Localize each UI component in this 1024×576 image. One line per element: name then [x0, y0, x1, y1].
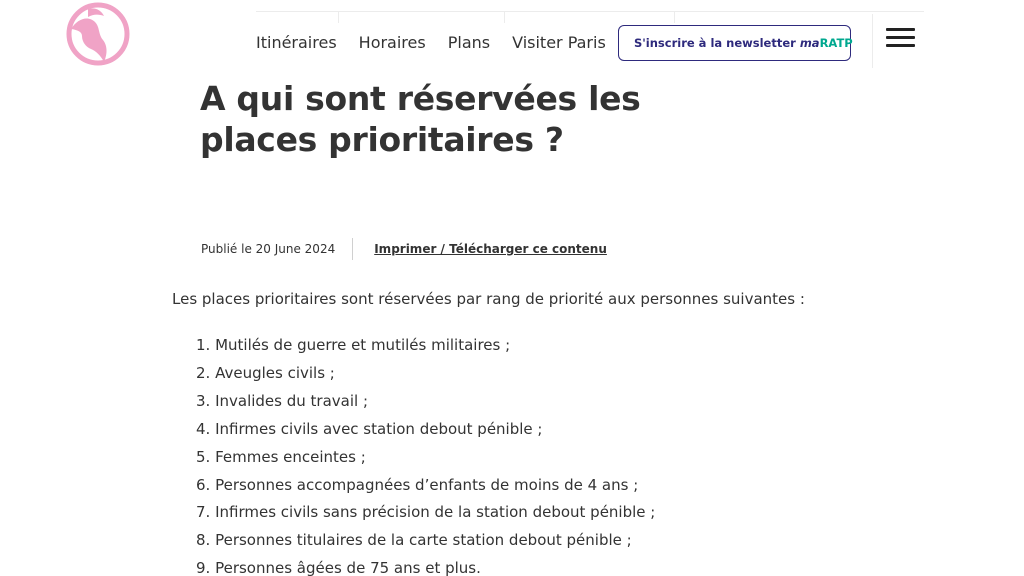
list-item: 1. Mutilés de guerre et mutilés militair…	[196, 336, 511, 354]
ratp-logo-icon[interactable]	[64, 2, 132, 66]
print-download-link[interactable]: Imprimer / Télécharger ce contenu	[374, 242, 607, 256]
divider-tick	[674, 11, 675, 23]
header-top-divider	[256, 11, 924, 23]
list-item: 4. Infirmes civils avec station debout p…	[196, 419, 543, 438]
list-item: 6. Personnes accompagnées d’enfants de m…	[196, 475, 639, 494]
newsletter-button[interactable]: S'inscrire à la newsletter ma RATP	[618, 25, 853, 61]
nav-visiter-paris[interactable]: Visiter Paris	[512, 33, 606, 52]
header-separator	[872, 14, 873, 68]
nav-horaires[interactable]: Horaires	[359, 33, 426, 52]
divider-tick	[338, 11, 339, 23]
brand-ma: ma	[799, 36, 820, 50]
priority-list: 1. Mutilés de guerre et mutilés militair…	[196, 332, 655, 576]
brand-ratp: RATP	[819, 36, 853, 50]
nav-itineraires[interactable]: Itinéraires	[256, 33, 337, 52]
list-item: 5. Femmes enceintes ;	[196, 447, 366, 466]
newsletter-label: S'inscrire à la newsletter	[634, 36, 796, 50]
page-title: A qui sont réservées les places priorita…	[200, 79, 641, 159]
nav-plans[interactable]: Plans	[448, 33, 490, 52]
list-item: 8. Personnes titulaires de la carte stat…	[196, 531, 632, 550]
list-item: 9. Personnes âgées de 75 ans et plus.	[196, 559, 481, 576]
divider-tick	[504, 11, 505, 23]
list-item: 3. Invalides du travail ;	[196, 391, 369, 410]
list-item: 2. Aveugles civils ;	[196, 363, 335, 382]
list-item: 7. Infirmes civils sans précision de la …	[196, 503, 656, 522]
published-date: Publié le 20 June 2024	[201, 242, 336, 256]
intro-paragraph: Les places prioritaires sont réservées p…	[172, 290, 805, 308]
meta-separator	[352, 238, 354, 260]
article-meta: Publié le 20 June 2024 Imprimer / Téléch…	[201, 238, 607, 260]
hamburger-menu-icon[interactable]	[886, 28, 916, 50]
main-nav: Itinéraires Horaires Plans Visiter Paris	[256, 33, 606, 52]
